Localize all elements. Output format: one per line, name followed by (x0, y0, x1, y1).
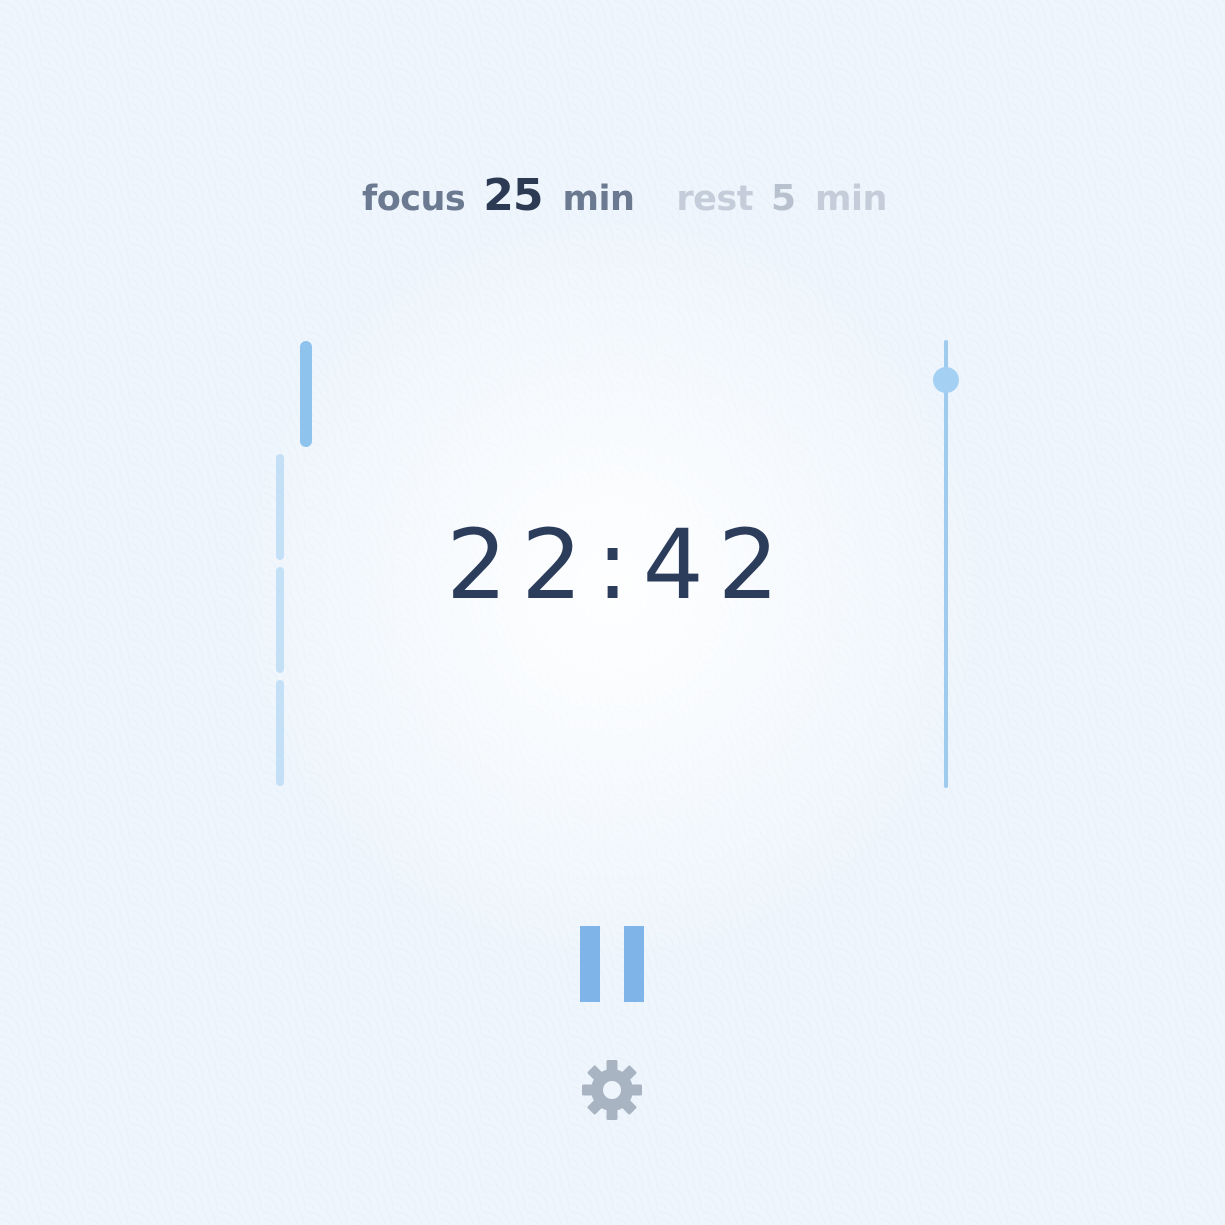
rest-setting[interactable]: rest 5 min (676, 178, 887, 219)
progress-slider-track[interactable] (944, 340, 948, 788)
focus-setting[interactable]: focus 25 min (362, 170, 635, 221)
segment-active (300, 341, 312, 447)
pause-button[interactable] (570, 916, 654, 1012)
session-settings: focus 25 min rest 5 min (362, 170, 887, 230)
focus-label: focus (362, 179, 466, 219)
progress-slider-thumb[interactable] (933, 367, 959, 393)
settings-button[interactable] (576, 1054, 648, 1126)
rest-unit: min (815, 179, 887, 219)
rest-label: rest (676, 179, 753, 219)
countdown-timer: 22:42 (446, 509, 793, 621)
segment-pending (276, 680, 284, 786)
focus-minutes[interactable]: 25 (483, 170, 543, 221)
pause-icon-bar-left (580, 926, 600, 1002)
rest-minutes[interactable]: 5 (771, 178, 796, 219)
gear-icon (582, 1060, 642, 1120)
focus-unit: min (562, 179, 635, 219)
pause-icon-bar-right (624, 926, 644, 1002)
